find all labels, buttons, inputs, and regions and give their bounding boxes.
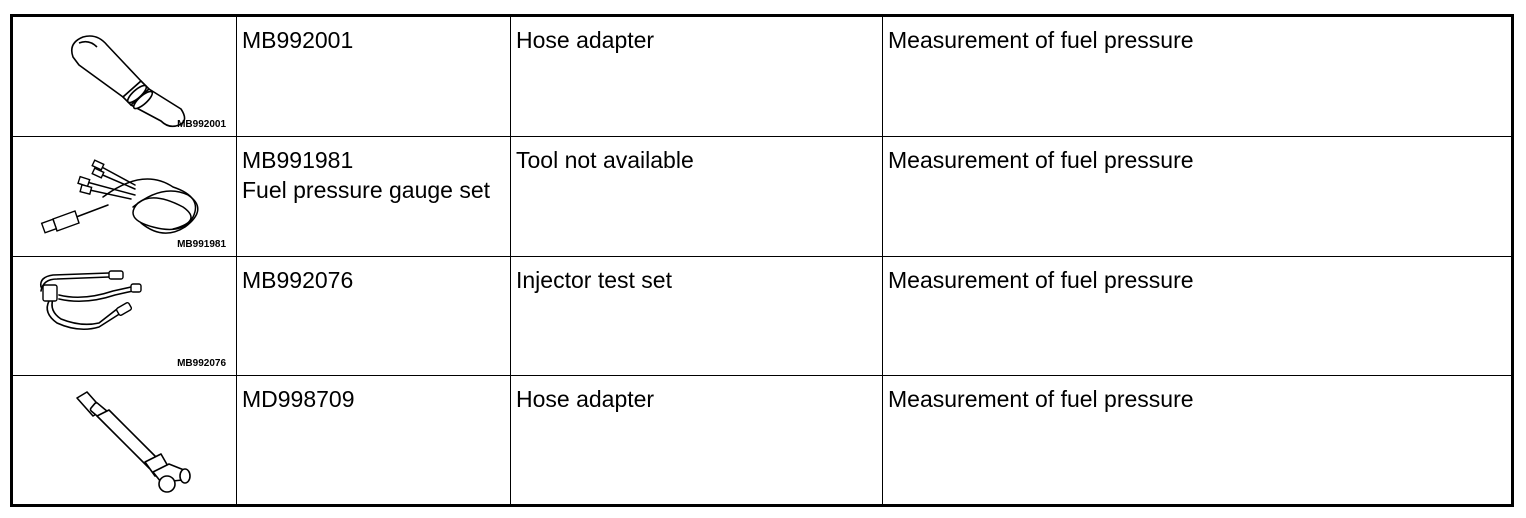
tool-name-cell: Hose adapter [510,375,883,506]
table-row: MB992001 MB992001 Hose adapter Measureme… [11,15,1513,137]
tool-image-caption: MB992001 [177,119,226,130]
part-number-cell: MB992076 [236,256,511,376]
special-tools-table: MB992001 MB992001 Hose adapter Measureme… [10,14,1514,507]
tool-image-cell [11,375,237,506]
tool-name: Hose adapter [516,386,655,412]
tool-application: Measurement of fuel pressure [888,386,1194,412]
table-row: MB992076 MB992076 Injector test set Meas… [11,256,1513,376]
tool-image-cell: MB992001 [11,15,237,137]
hose-adapter-bent-icon [76,391,191,493]
tool-name: Hose adapter [516,27,655,53]
part-number-cell: MB991981 Fuel pressure gauge set [236,136,511,257]
tool-name-cell: Hose adapter [510,15,883,137]
application-cell: Measurement of fuel pressure [882,256,1513,376]
tool-name-cell: Injector test set [510,256,883,376]
tool-application: Measurement of fuel pressure [888,267,1194,293]
table-row: MB991981 MB991981 Fuel pressure gauge se… [11,136,1513,257]
tool-application: Measurement of fuel pressure [888,147,1194,173]
tool-name-cell: Tool not available [510,136,883,257]
application-cell: Measurement of fuel pressure [882,15,1513,137]
tool-name: Tool not available [516,147,694,173]
tool-image-caption: MB992076 [177,358,226,369]
tool-application: Measurement of fuel pressure [888,27,1194,53]
part-number: MD998709 [242,386,355,412]
tool-image-caption: MB991981 [177,239,226,250]
part-number: MB992001 [242,27,354,53]
application-cell: Measurement of fuel pressure [882,136,1513,257]
part-number: MB992076 [242,267,354,293]
part-number: MB991981 Fuel pressure gauge set [242,147,491,203]
tool-name: Injector test set [516,267,672,293]
part-number-cell: MD998709 [236,375,511,506]
application-cell: Measurement of fuel pressure [882,375,1513,506]
part-number-cell: MB992001 [236,15,511,137]
tool-image-cell: MB992076 [11,256,237,376]
table-row: MD998709 Hose adapter Measurement of fue… [11,375,1513,506]
tool-image-cell: MB991981 [11,136,237,257]
